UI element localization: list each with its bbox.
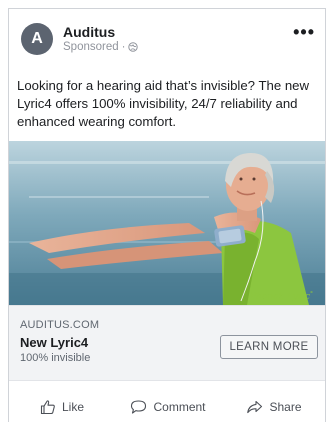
avatar-letter: A <box>31 30 43 47</box>
link-domain: AUDITUS.COM <box>20 319 100 331</box>
thumbs-up-icon <box>40 400 55 415</box>
sponsored-label[interactable]: Sponsored <box>63 41 119 53</box>
comment-button[interactable]: Comment <box>115 392 221 422</box>
cta-section[interactable]: AUDITUS.COM New Lyric4 100% invisible LE… <box>9 305 325 381</box>
like-button[interactable]: Like <box>9 392 115 422</box>
avatar[interactable]: A <box>21 23 53 55</box>
ad-card: A Auditus Sponsored · ••• Looking for a … <box>8 8 326 422</box>
learn-more-button[interactable]: LEARN MORE <box>220 335 318 359</box>
link-headline[interactable]: New Lyric4 <box>20 335 88 350</box>
ad-image[interactable]: Phonak Lyric° <box>9 141 325 305</box>
post-header: A Auditus Sponsored · ••• <box>9 9 325 65</box>
share-icon <box>247 400 263 414</box>
page-name[interactable]: Auditus <box>63 24 115 40</box>
post-text: Looking for a hearing aid that’s invisib… <box>17 78 310 129</box>
share-button[interactable]: Share <box>221 392 325 422</box>
like-label: Like <box>61 400 84 414</box>
sponsored-row: Sponsored · <box>63 41 139 53</box>
link-description: 100% invisible <box>20 352 91 364</box>
comment-label: Comment <box>153 400 206 414</box>
separator: · <box>121 41 126 53</box>
share-label: Share <box>269 400 302 414</box>
comment-icon <box>131 400 147 414</box>
action-bar: Like Comment Share <box>9 392 325 422</box>
brand-watermark: Phonak Lyric° <box>249 291 313 302</box>
globe-icon <box>128 42 139 52</box>
more-horizontal-icon[interactable]: ••• <box>293 23 315 41</box>
ad-photo: Phonak Lyric° <box>9 141 325 305</box>
